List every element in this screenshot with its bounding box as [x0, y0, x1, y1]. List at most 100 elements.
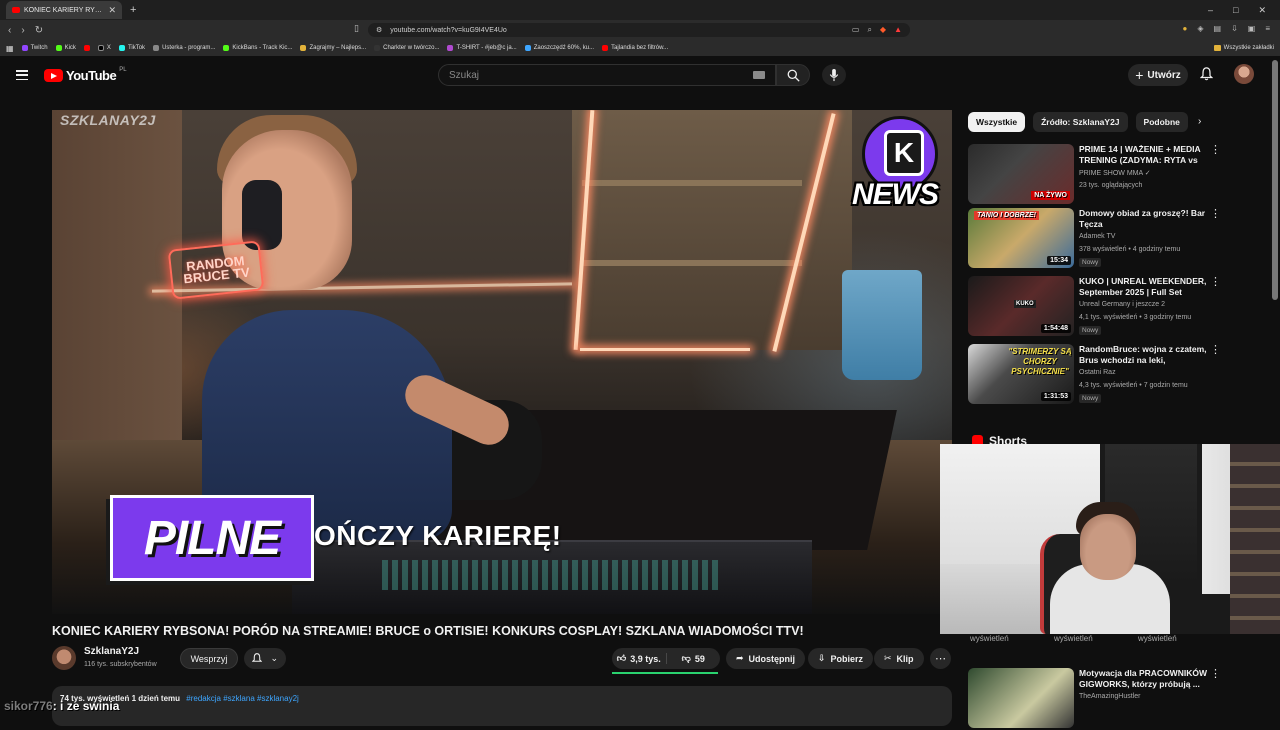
recommendation-item[interactable]: TANIO I DOBRZE! 15:34 Domowy obiad za gr… — [968, 208, 1224, 270]
menu-hamburger-icon[interactable] — [16, 70, 28, 80]
apps-grid-icon[interactable]: ▦ — [6, 44, 14, 53]
zoom-icon[interactable]: ⌕ — [867, 25, 871, 35]
more-vert-icon[interactable]: ⋮ — [1210, 145, 1221, 156]
recommendation-title[interactable]: KUKO | UNREAL WEEKENDER, September 2025 … — [1079, 276, 1207, 298]
support-button[interactable]: Wesprzyj — [180, 648, 238, 669]
recommendation-item[interactable]: Motywacja dla PRACOWNIKÓW GIGWORKS, któr… — [968, 668, 1224, 730]
search-button[interactable] — [776, 64, 810, 86]
bookmark-tajlandia[interactable]: Tajlandia bez filtrów... — [602, 45, 668, 51]
bookmark-label: Usterka - program... — [162, 45, 216, 51]
voice-search-button[interactable] — [822, 64, 846, 86]
recommendation-thumbnail[interactable] — [968, 668, 1074, 728]
recommendation-channel[interactable]: Unreal Germany i jeszcze 2 — [1079, 301, 1165, 308]
site-info-icon[interactable]: ⚙ — [376, 26, 382, 34]
youtube-play-icon — [44, 69, 63, 82]
recommendation-channel[interactable]: PRIME SHOW MMA ✓ — [1079, 169, 1151, 177]
bookmark-zaoszczedz[interactable]: Zaoszczędź 60%, ku... — [524, 45, 594, 51]
chip-from-channel[interactable]: Źródło: SzklanaY2J — [1033, 112, 1128, 132]
address-bar[interactable]: ⚙ youtube.com/watch?v=kuG9I4VE4Uo ▭ ⌕ ◆ … — [368, 23, 910, 37]
page-scrollbar[interactable] — [1272, 60, 1278, 300]
bookmark-youtube[interactable] — [83, 45, 90, 51]
recommendation-channel[interactable]: Ostatni Raz — [1079, 369, 1116, 376]
reload-icon[interactable]: ↻ — [35, 25, 43, 36]
recommendation-item[interactable]: "STRIMERZY SĄ CHORZY PSYCHICZNIE" 1:31:5… — [968, 344, 1224, 406]
like-button[interactable]: 👍︎ 3,9 tys. — [612, 653, 667, 664]
install-icon[interactable]: ▭ — [852, 25, 860, 35]
vpn-icon[interactable]: ◈ — [1197, 24, 1203, 33]
dislike-button[interactable]: 👎︎ 59 — [667, 653, 721, 664]
more-vert-icon[interactable]: ⋮ — [1210, 345, 1221, 356]
like-count: 3,9 tys. — [630, 653, 661, 664]
recommendation-thumbnail[interactable]: KUKO 1:54:48 — [968, 276, 1074, 336]
video-player[interactable]: RANDOM BRUCE TV SZKLANAY2J K NEWS PILNE … — [52, 110, 952, 614]
sidebar-icon[interactable]: ▤ — [1214, 24, 1222, 33]
description-box[interactable]: 74 tys. wyświetleń 1 dzień temu #redakcj… — [52, 686, 952, 726]
bookmark-tiktok[interactable]: TikTok — [118, 45, 145, 51]
maximize-icon[interactable]: □ — [1233, 5, 1238, 16]
bookmark-tshirt[interactable]: T-SHIRT - #jeb@c ja... — [447, 45, 517, 51]
rewards-icon[interactable]: ▲ — [894, 25, 902, 35]
recommendation-item[interactable]: KUKO 1:54:48 KUKO | UNREAL WEEKENDER, Se… — [968, 276, 1224, 338]
brave-shield-icon[interactable]: ◆ — [880, 25, 886, 35]
recommendation-thumbnail[interactable]: TANIO I DOBRZE! 15:34 — [968, 208, 1074, 268]
bookmark-x[interactable]: X — [97, 45, 111, 51]
video-scene-shelf — [582, 180, 802, 186]
close-window-icon[interactable]: ✕ — [1258, 5, 1266, 16]
tab-title: KONIEC KARIERY RYBSONA! — [24, 6, 105, 14]
subscription-bell-button[interactable]: ⌄ — [244, 648, 286, 669]
youtube-logo[interactable]: YouTube PL — [44, 67, 127, 83]
forward-icon[interactable]: › — [21, 25, 24, 36]
bookmark-usterka[interactable]: Usterka - program... — [153, 45, 215, 51]
chip-all[interactable]: Wszystkie — [968, 112, 1026, 132]
create-button[interactable]: + Utwórz — [1128, 64, 1188, 86]
all-bookmarks[interactable]: Wszystkie zakładki — [1213, 45, 1274, 51]
channel-avatar[interactable] — [52, 646, 76, 670]
bookmark-label: Zagrajmy – Najleps... — [309, 45, 367, 51]
bookmark-page-icon[interactable]: ▯ — [354, 23, 359, 34]
more-vert-icon[interactable]: ⋮ — [1210, 669, 1221, 680]
recommendation-channel[interactable]: Adamek TV — [1079, 233, 1115, 240]
new-tab-button[interactable]: + — [130, 4, 136, 16]
streamer-webcam — [940, 444, 1280, 634]
x-icon — [97, 45, 104, 51]
bookmark-kickbans[interactable]: KickBans - Track Kic... — [223, 45, 292, 51]
wallet-icon[interactable]: ▣ — [1248, 24, 1256, 33]
page-icon — [374, 45, 381, 51]
more-vert-icon[interactable]: ⋮ — [1210, 277, 1221, 288]
browser-tab-active[interactable]: KONIEC KARIERY RYBSONA! ✕ — [6, 1, 122, 19]
extensions-area: ● ◈ ▤ ⇩ ▣ ≡ — [1183, 24, 1271, 33]
channel-name[interactable]: SzklanaY2J — [84, 646, 139, 657]
recommendation-title[interactable]: Domowy obiad za groszę?! Bar Tęcza — [1079, 208, 1207, 230]
recommendation-thumbnail[interactable]: NA ŻYWO — [968, 144, 1074, 204]
keyboard-icon[interactable] — [753, 71, 765, 79]
download-button[interactable]: ⇩ Pobierz — [808, 648, 874, 669]
menu-icon[interactable]: ≡ — [1265, 24, 1270, 33]
notifications-bell-icon[interactable] — [1200, 67, 1213, 81]
extension-icon[interactable]: ● — [1183, 24, 1188, 33]
tab-close-icon[interactable]: ✕ — [108, 5, 116, 16]
all-bookmarks-label: Wszystkie zakładki — [1223, 45, 1274, 51]
chip-related[interactable]: Podobne — [1135, 112, 1188, 132]
recommendation-item[interactable]: NA ŻYWO PRIME 14 | WAŻENIE + MEDIA TRENI… — [968, 144, 1224, 206]
minimize-icon[interactable]: – — [1208, 5, 1213, 16]
more-actions-button[interactable]: ⋯ — [930, 648, 951, 669]
bookmark-zagrajmy[interactable]: Zagrajmy – Najleps... — [300, 45, 366, 51]
bookmark-charkter[interactable]: Charkter w twórczo... — [374, 45, 439, 51]
recommendation-title[interactable]: RandomBruce: wojna z czatem, Brus wchodz… — [1079, 344, 1207, 366]
share-button[interactable]: ➦ Udostępnij — [726, 648, 806, 669]
account-avatar[interactable] — [1234, 64, 1254, 84]
recommendation-channel[interactable]: TheAmazingHustler — [1079, 693, 1140, 700]
bookmark-kick[interactable]: Kick — [55, 45, 76, 51]
download-label: Pobierz — [830, 653, 864, 664]
recommendation-title[interactable]: PRIME 14 | WAŻENIE + MEDIA TRENING (ZADY… — [1079, 144, 1207, 166]
clip-button[interactable]: ✂ Klip — [874, 648, 924, 669]
description-tags[interactable]: #redakcja #szklana #szklanay2j — [186, 694, 299, 703]
search-input[interactable]: Szukaj — [438, 64, 776, 86]
recommendation-title[interactable]: Motywacja dla PRACOWNIKÓW GIGWORKS, któr… — [1079, 668, 1207, 690]
more-vert-icon[interactable]: ⋮ — [1210, 209, 1221, 220]
recommendation-thumbnail[interactable]: "STRIMERZY SĄ CHORZY PSYCHICZNIE" 1:31:5… — [968, 344, 1074, 404]
bookmark-twitch[interactable]: Twitch — [21, 45, 48, 51]
back-icon[interactable]: ‹ — [8, 25, 11, 36]
downloads-icon[interactable]: ⇩ — [1231, 24, 1238, 33]
chevron-right-icon[interactable]: › — [1198, 116, 1201, 127]
